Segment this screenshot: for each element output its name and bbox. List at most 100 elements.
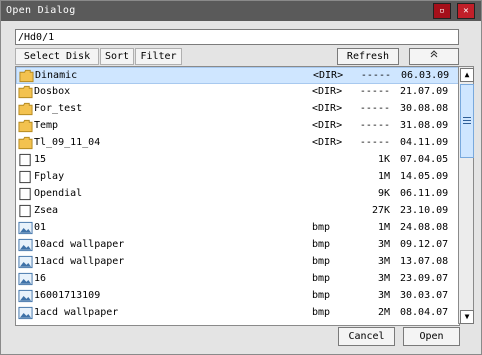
file-date: 30.03.07 [400, 290, 449, 301]
cancel-button[interactable]: Cancel [338, 327, 395, 346]
filter-button[interactable]: Filter [135, 48, 182, 65]
file-row[interactable]: Tl_09_11_04 <DIR> ----- 04.11.09 [16, 135, 459, 152]
file-name: For_test [34, 103, 83, 114]
open-button[interactable]: Open [403, 327, 460, 346]
file-icon [19, 204, 31, 218]
file-row[interactable]: Temp <DIR> ----- 31.08.09 [16, 118, 459, 135]
file-date: 06.11.09 [400, 188, 449, 199]
file-list[interactable]: Dinamic <DIR> ----- 06.03.09 Dosbox <DIR… [15, 66, 460, 326]
file-name: 16001713109 [34, 290, 101, 301]
file-name: 16 [34, 273, 47, 284]
scroll-down-button[interactable]: ▼ [460, 310, 474, 324]
file-size: ----- [359, 137, 390, 148]
file-size: 1K [377, 154, 390, 165]
file-size: ----- [359, 103, 390, 114]
title-bar[interactable]: Open Dialog ▫ ✕ [1, 1, 481, 21]
path-input[interactable]: /Hd0/1 [15, 29, 459, 45]
file-type: bmp [312, 239, 331, 250]
file-size: 3M [377, 256, 390, 267]
file-name: Dosbox [34, 86, 71, 97]
file-name: Tl_09_11_04 [34, 137, 101, 148]
file-icon [19, 170, 31, 184]
file-row[interactable]: 1acd wallpaper bmp 2M 08.04.07 [16, 305, 459, 322]
file-row[interactable]: 15 1K 07.04.05 [16, 152, 459, 169]
image-icon [18, 255, 33, 269]
grip-lines-icon [463, 117, 471, 118]
file-name: 10acd wallpaper [34, 239, 125, 250]
file-type: <DIR> [312, 137, 343, 148]
file-size: ----- [359, 120, 390, 131]
file-name: 01 [34, 222, 47, 233]
file-type: bmp [312, 222, 331, 233]
restore-button[interactable]: ▫ [433, 3, 451, 19]
folder-icon [18, 85, 33, 99]
file-type: <DIR> [313, 70, 344, 81]
file-row[interactable]: 11acd wallpaper bmp 3M 13.07.08 [16, 254, 459, 271]
file-row[interactable]: Zsea 27K 23.10.09 [16, 203, 459, 220]
file-type: bmp [312, 273, 331, 284]
file-type: <DIR> [312, 120, 343, 131]
file-date: 23.09.07 [400, 273, 449, 284]
file-date: 09.12.07 [400, 239, 449, 250]
folder-icon [19, 69, 34, 83]
file-size: 9K [377, 188, 390, 199]
file-type: <DIR> [312, 103, 343, 114]
file-size: 27K [371, 205, 390, 216]
close-icon: ✕ [463, 6, 469, 16]
file-list-scrollbar[interactable]: ▲ ▼ [458, 66, 474, 324]
file-name: Opendial [34, 188, 83, 199]
scroll-thumb[interactable] [460, 84, 474, 158]
double-chevron-up-icon [430, 50, 438, 58]
file-date: 21.07.09 [400, 86, 449, 97]
file-name: 1acd wallpaper [34, 307, 119, 318]
image-icon [18, 289, 33, 303]
refresh-button[interactable]: Refresh [337, 48, 399, 65]
file-date: 08.04.07 [400, 307, 449, 318]
file-type: bmp [312, 307, 331, 318]
image-icon [18, 238, 33, 252]
file-name: 11acd wallpaper [34, 256, 125, 267]
file-row[interactable]: 16 bmp 3M 23.09.07 [16, 271, 459, 288]
file-date: 06.03.09 [401, 70, 450, 81]
image-icon [18, 272, 33, 286]
file-icon [19, 153, 31, 167]
file-size: 1M [377, 171, 390, 182]
scroll-up-arrow-icon: ▲ [464, 70, 470, 79]
file-date: 24.08.08 [400, 222, 449, 233]
grip-lines-icon [463, 123, 471, 124]
folder-icon [18, 119, 33, 133]
file-name: Zsea [34, 205, 59, 216]
select-disk-button[interactable]: Select Disk [15, 48, 99, 65]
parent-directory-button[interactable] [409, 48, 459, 65]
file-row[interactable]: 10acd wallpaper bmp 3M 09.12.07 [16, 237, 459, 254]
file-date: 04.11.09 [400, 137, 449, 148]
file-row[interactable]: 16001713109 bmp 3M 30.03.07 [16, 288, 459, 305]
window-title: Open Dialog [6, 5, 76, 16]
file-type: bmp [312, 256, 331, 267]
file-row[interactable]: Fplay 1M 14.05.09 [16, 169, 459, 186]
file-date: 13.07.08 [400, 256, 449, 267]
file-name: Temp [34, 120, 59, 131]
file-size: ----- [359, 86, 390, 97]
scroll-down-arrow-icon: ▼ [464, 312, 470, 321]
file-name: Fplay [34, 171, 65, 182]
file-row[interactable]: For_test <DIR> ----- 30.08.08 [16, 101, 459, 118]
file-row[interactable]: Dinamic <DIR> ----- 06.03.09 [16, 67, 459, 84]
open-dialog-window: Open Dialog ▫ ✕ /Hd0/1 Select Disk Sort … [0, 0, 482, 355]
file-row[interactable]: Dosbox <DIR> ----- 21.07.09 [16, 84, 459, 101]
file-date: 14.05.09 [400, 171, 449, 182]
file-row[interactable]: Opendial 9K 06.11.09 [16, 186, 459, 203]
folder-icon [18, 136, 33, 150]
file-row[interactable]: 01 bmp 1M 24.08.08 [16, 220, 459, 237]
file-type: <DIR> [312, 86, 343, 97]
image-icon [18, 306, 33, 320]
file-date: 07.04.05 [400, 154, 449, 165]
file-date: 23.10.09 [400, 205, 449, 216]
file-size: 3M [377, 273, 390, 284]
sort-button[interactable]: Sort [100, 48, 134, 65]
image-icon [18, 221, 33, 235]
file-name: Dinamic [35, 70, 78, 81]
close-button[interactable]: ✕ [457, 3, 475, 19]
grip-lines-icon [463, 120, 471, 121]
scroll-up-button[interactable]: ▲ [460, 68, 474, 82]
